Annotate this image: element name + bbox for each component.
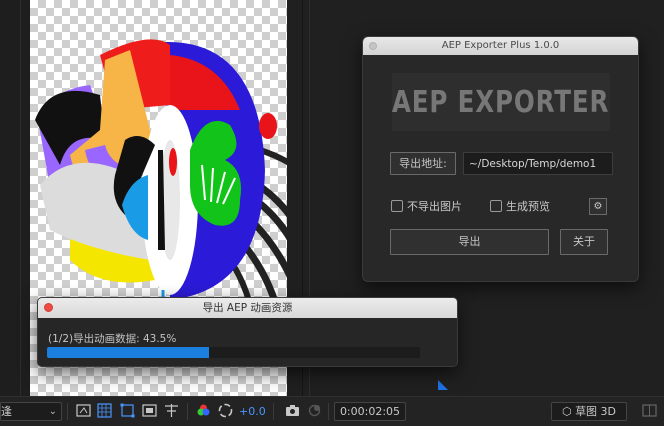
progress-title: 导出 AEP 动画资源 (202, 302, 293, 314)
close-button[interactable] (44, 303, 53, 312)
no-images-label: 不导出图片 (407, 200, 462, 213)
progress-fill (47, 347, 210, 358)
gear-icon: ⚙ (593, 201, 603, 212)
exposure-value[interactable]: +0.0 (239, 402, 266, 421)
exporter-title: AEP Exporter Plus 1.0.0 (441, 40, 560, 51)
export-path-button[interactable]: 导出地址: (390, 152, 456, 175)
toolbar-divider (187, 403, 188, 420)
exporter-dialog: AEP Exporter Plus 1.0.0 AEP EXPORTER 导出地… (362, 36, 639, 282)
timeline-marker (438, 380, 448, 390)
rulers-icon[interactable] (163, 402, 180, 419)
progress-bar (47, 347, 420, 358)
transparency-grid-icon[interactable] (96, 402, 113, 419)
progress-titlebar[interactable]: 导出 AEP 动画资源 (38, 298, 457, 318)
draft-3d-button[interactable]: ⬡ 草图 3D (551, 402, 627, 421)
color-channel-icon[interactable] (195, 402, 212, 419)
chevron-down-icon: ⌄ (48, 406, 57, 417)
left-panel (0, 0, 30, 396)
preview-label: 生成预览 (506, 200, 550, 213)
close-button[interactable] (369, 42, 377, 50)
checkbox-box[interactable] (391, 200, 403, 212)
toolbar-divider (328, 403, 329, 420)
panel-divider (20, 0, 21, 396)
guides-icon[interactable] (141, 402, 158, 419)
about-button[interactable]: 关于 (560, 229, 608, 255)
reset-exposure-icon[interactable] (217, 402, 234, 419)
preview-checkbox[interactable]: 生成预览 (490, 198, 550, 214)
current-timecode[interactable]: 0:00:02:05 (334, 402, 406, 421)
progress-status: (1/2)导出动画数据: 43.5% (48, 333, 177, 345)
toolbar-divider (67, 403, 68, 420)
progress-dialog: 导出 AEP 动画资源 (1/2)导出动画数据: 43.5% (37, 297, 458, 367)
view-layout-icon[interactable] (641, 402, 658, 419)
logo-box: AEP EXPORTER (392, 73, 610, 131)
viewer-toolbar: 逢 ⌄ +0.0 0:00:02:05 ⬡ 草图 3D (0, 396, 664, 426)
show-snapshot-icon[interactable] (306, 402, 323, 419)
3d-box-icon: ⬡ (561, 405, 572, 418)
export-path-field[interactable] (463, 152, 613, 175)
settings-button[interactable]: ⚙ (589, 198, 607, 215)
exporter-titlebar[interactable]: AEP Exporter Plus 1.0.0 (363, 37, 638, 55)
renderer-label: 草图 3D (575, 405, 617, 418)
zoom-dropdown[interactable]: 逢 ⌄ (0, 402, 62, 421)
zoom-value: 逢 (1, 405, 12, 418)
export-button[interactable]: 导出 (390, 229, 549, 255)
toolbar-divider (273, 403, 274, 420)
logo-text: AEP EXPORTER (392, 84, 610, 120)
region-of-interest-icon[interactable] (75, 402, 92, 419)
checkbox-box[interactable] (490, 200, 502, 212)
snapshot-icon[interactable] (284, 402, 301, 419)
mask-path-icon[interactable] (119, 402, 136, 419)
no-images-checkbox[interactable]: 不导出图片 (391, 198, 462, 214)
